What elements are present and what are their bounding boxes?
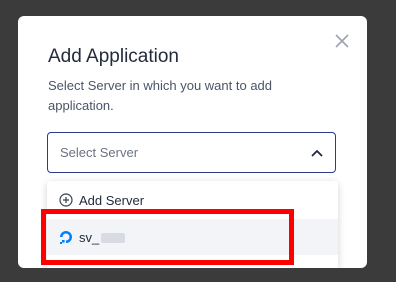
close-icon <box>335 34 349 48</box>
redacted-text <box>101 233 126 244</box>
plus-circle-icon <box>59 193 73 207</box>
server-option[interactable]: sv_ <box>47 219 338 255</box>
chevron-up-icon <box>309 145 325 161</box>
modal-title: Add Application <box>48 46 179 67</box>
add-server-option[interactable]: Add Server <box>59 189 144 211</box>
add-application-modal: Add Application Select Server in which y… <box>18 16 367 268</box>
modal-subtitle: Select Server in which you want to add a… <box>48 78 273 113</box>
digitalocean-icon <box>60 231 72 244</box>
close-button[interactable] <box>331 30 353 52</box>
server-dropdown: Add Server sv_ <box>47 181 338 268</box>
server-select-placeholder: Select Server <box>60 145 139 160</box>
server-select[interactable]: Select Server <box>47 132 336 173</box>
add-server-label: Add Server <box>79 192 145 208</box>
server-name: sv_ <box>79 230 126 245</box>
